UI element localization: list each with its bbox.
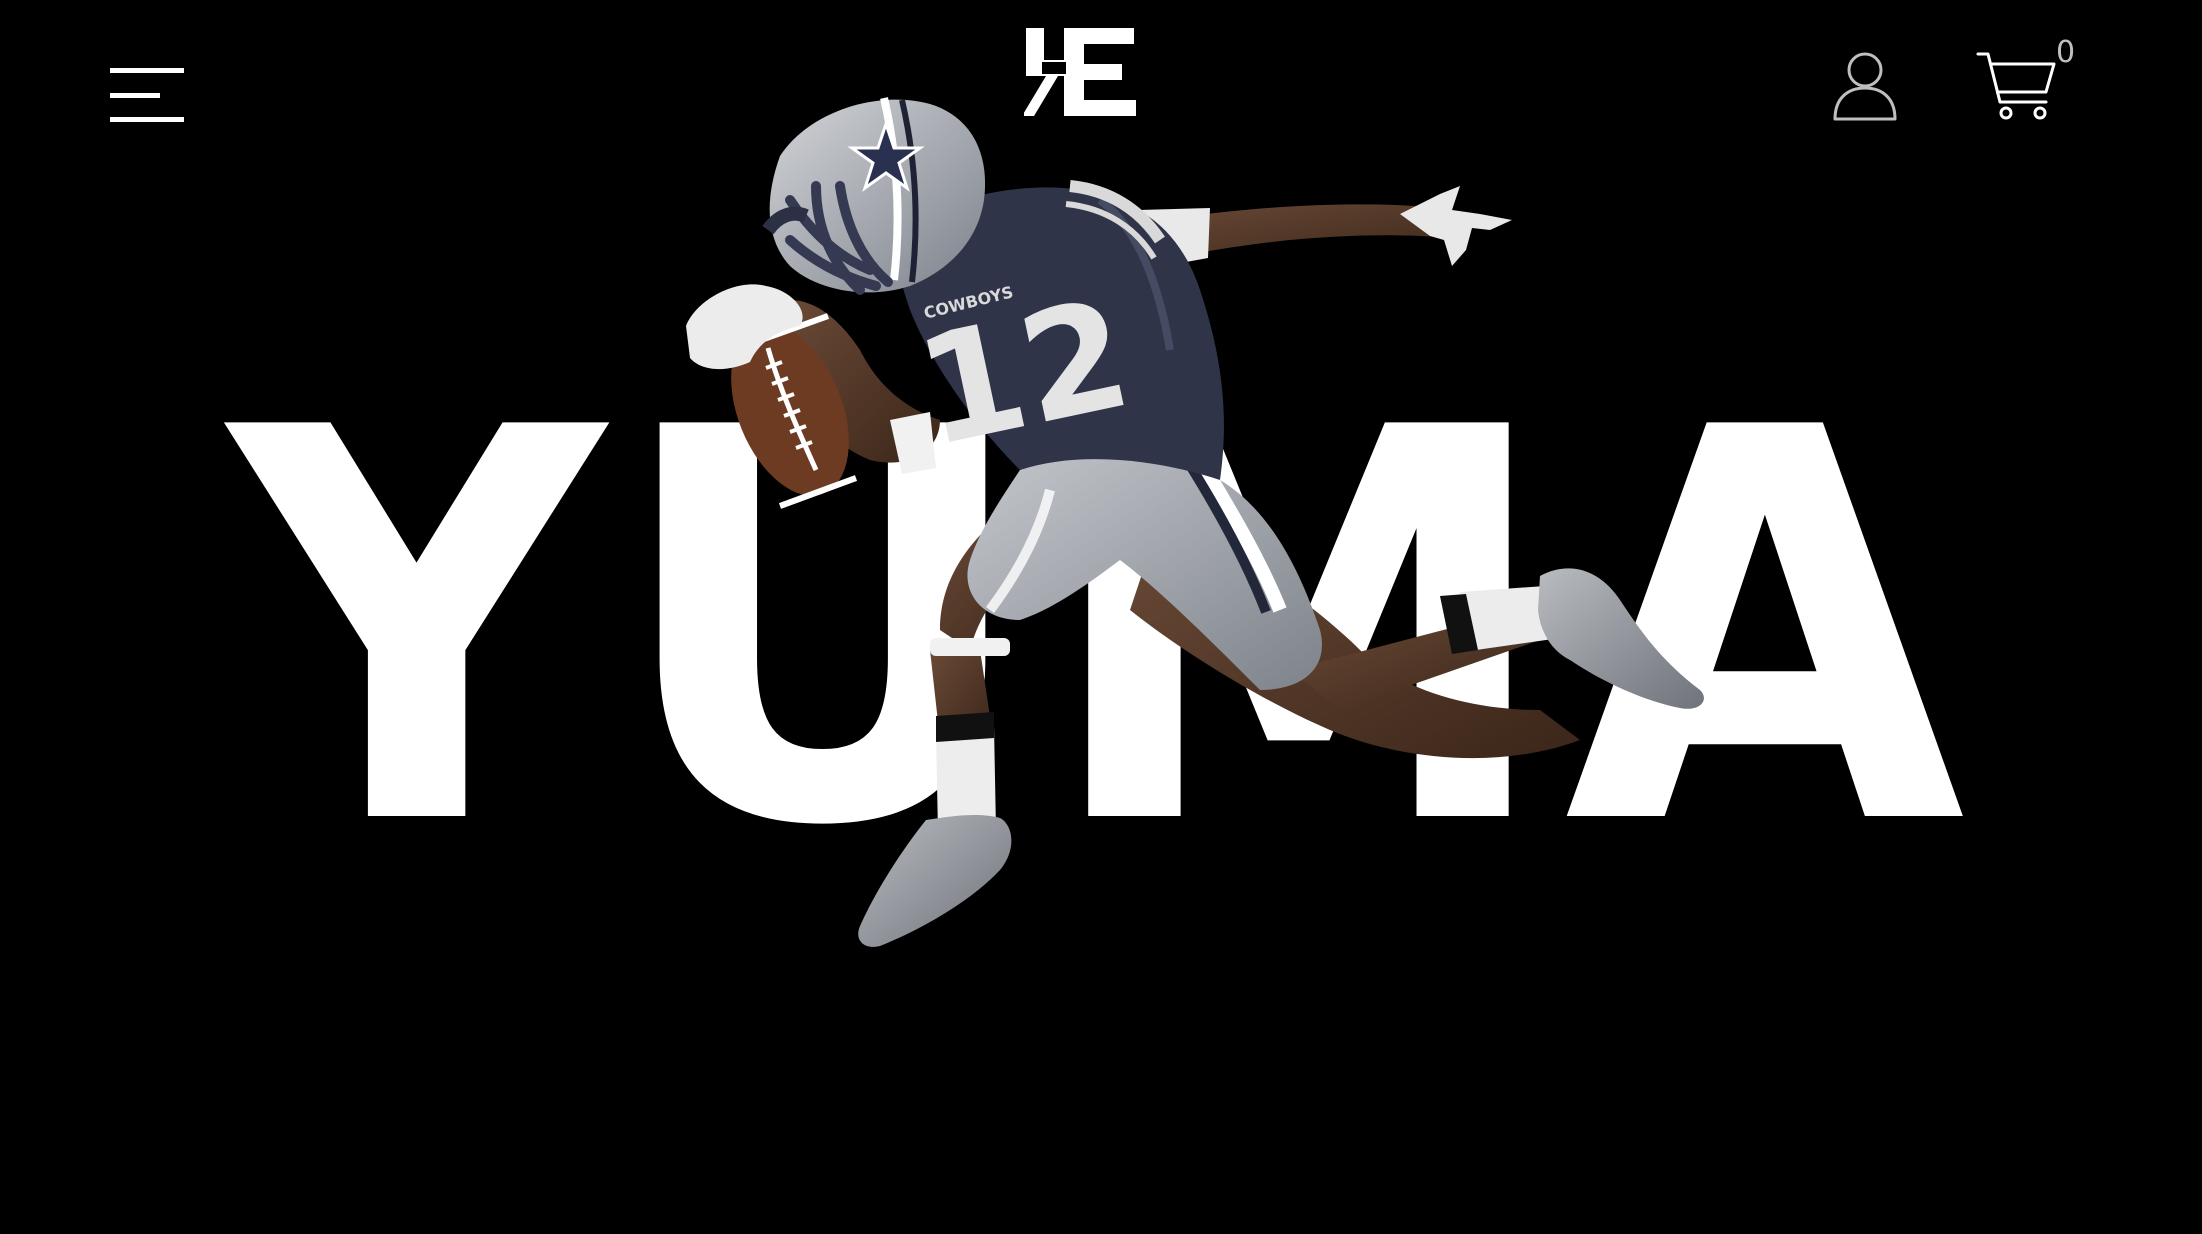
user-account-icon bbox=[1833, 52, 1897, 121]
menu-line-middle bbox=[110, 93, 160, 98]
cart-count-badge: 0 bbox=[2056, 35, 2076, 70]
landing-page: 0 YUMA 12 COWBOYS bbox=[0, 0, 2202, 1234]
shopping-cart-icon bbox=[1976, 52, 2056, 120]
cart-button[interactable] bbox=[1976, 50, 2058, 122]
football-player-image: 12 COWBOYS bbox=[686, 97, 1704, 947]
menu-line-top bbox=[110, 68, 184, 73]
hamburger-menu-button[interactable] bbox=[110, 66, 186, 126]
account-button[interactable] bbox=[1832, 50, 1898, 122]
menu-line-bottom bbox=[110, 117, 184, 122]
